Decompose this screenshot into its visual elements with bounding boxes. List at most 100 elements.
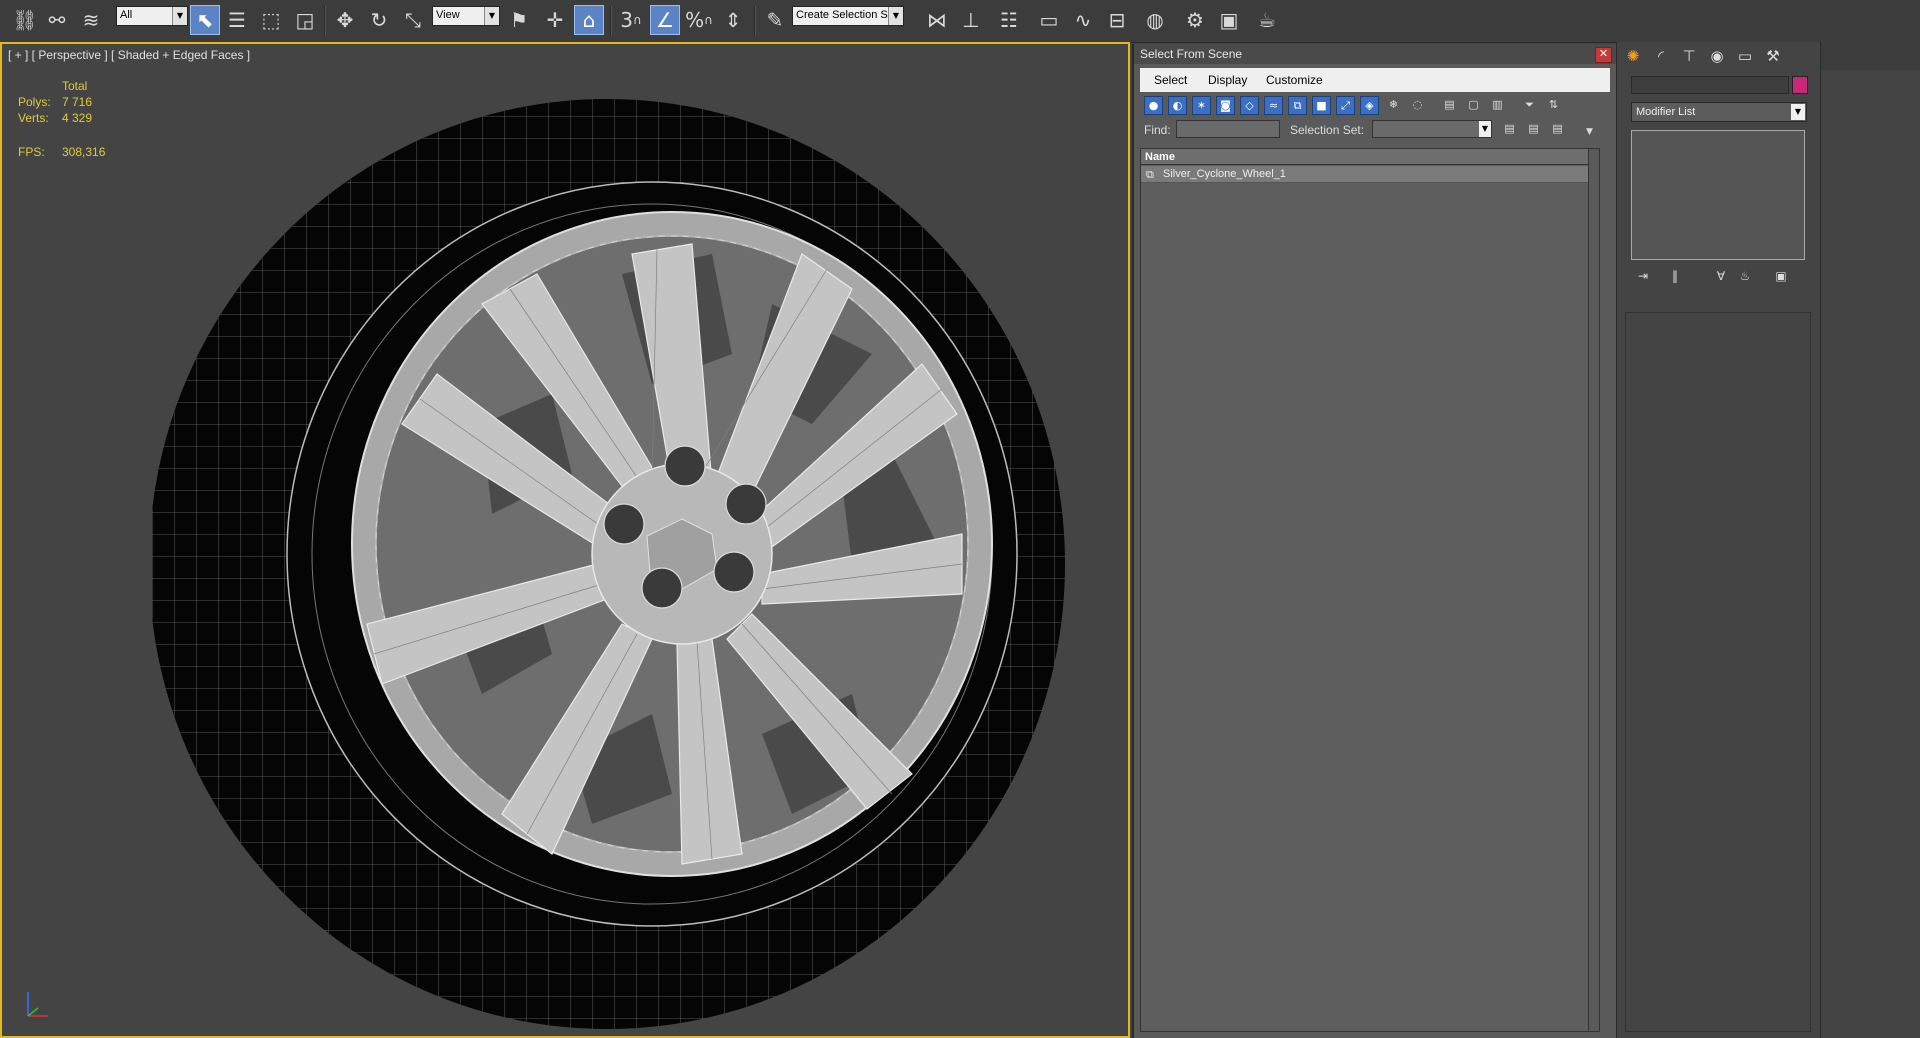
selection-set-label: Selection Set:	[1290, 123, 1365, 137]
material-editor-icon[interactable]: ◍	[1140, 5, 1170, 35]
object-name-field[interactable]	[1631, 76, 1789, 94]
stats-verts-value: 4 329	[62, 111, 93, 125]
dialog-filter-toolbar: ● ◐ ✶ ◙ ◇ ≈ ⧉ ■ ⤢ ◈ ❄ ◌ ▤ ▢ ▥ ⏷ ⇅	[1140, 94, 1610, 116]
select-and-manipulate-icon[interactable]: ✛	[540, 5, 570, 35]
modify-tab-icon[interactable]: ◜	[1651, 46, 1671, 66]
edit-named-selection-icon[interactable]: ✎	[760, 5, 790, 35]
display-hidden-icon[interactable]: ◌	[1408, 96, 1427, 115]
mirror-icon[interactable]: ⋈	[922, 5, 952, 35]
stats-fps-label: FPS:	[18, 145, 45, 159]
list-scrollbar[interactable]	[1588, 149, 1599, 1031]
name-column-label: Name	[1145, 151, 1175, 163]
keyboard-shortcut-override-icon[interactable]: ⌂	[574, 5, 604, 35]
select-object-icon[interactable]: ⬉	[190, 5, 220, 35]
display-groups-icon[interactable]: ⧉	[1288, 96, 1307, 115]
selection-filter-dropdown[interactable]: All ▼	[116, 6, 188, 26]
reference-coordinate-dropdown[interactable]: View ▼	[432, 6, 500, 26]
display-helpers-icon[interactable]: ◇	[1240, 96, 1259, 115]
pin-stack-icon[interactable]: ⇥	[1633, 266, 1653, 286]
options-chevron-icon[interactable]: ▼	[1580, 124, 1599, 143]
display-shapes-icon[interactable]: ◐	[1168, 96, 1187, 115]
dialog-title[interactable]: Select From Scene	[1134, 44, 1616, 64]
align-icon[interactable]: ⊥	[956, 5, 986, 35]
sort-icon[interactable]: ⇅	[1544, 96, 1563, 115]
select-all-icon[interactable]: ▤	[1440, 96, 1459, 115]
pivot-center-icon[interactable]: ⚑	[504, 5, 534, 35]
percent-snap-icon[interactable]: % ∩	[684, 5, 714, 35]
utilities-tab-icon[interactable]: ⚒	[1763, 46, 1783, 66]
spinner-snap-icon[interactable]: ⇕	[718, 5, 748, 35]
make-unique-icon[interactable]: ∀	[1711, 266, 1731, 286]
modifier-list-label: Modifier List	[1636, 106, 1696, 118]
link-icon[interactable]: ⛓	[10, 5, 40, 35]
create-selection-set-icon[interactable]: ▤	[1500, 120, 1519, 139]
modifier-list-dropdown[interactable]: Modifier List ▼	[1631, 102, 1807, 122]
object-icon: ⧉	[1146, 168, 1154, 181]
perspective-viewport[interactable]: [ + ] [ Perspective ] [ Shaded + Edged F…	[0, 42, 1130, 1038]
select-by-name-icon[interactable]: ☰	[222, 5, 252, 35]
menu-customize[interactable]: Customize	[1266, 73, 1323, 87]
select-from-scene-dialog: Select From Scene ✕ Select Display Custo…	[1132, 44, 1616, 1038]
close-icon[interactable]: ✕	[1595, 47, 1612, 63]
display-tab-icon[interactable]: ▭	[1735, 46, 1755, 66]
configure-modifier-sets-icon[interactable]: ▣	[1771, 266, 1791, 286]
command-panel: ✺ ◜ ⊤ ◉ ▭ ⚒ Modifier List ▼ ⇥ ‖ ∀ ♨ ▣	[1616, 42, 1820, 1038]
viewport-label[interactable]: [ + ] [ Perspective ] [ Shaded + Edged F…	[8, 48, 250, 62]
named-selection-dropdown[interactable]: Create Selection Se ▼	[792, 6, 904, 26]
list-item[interactable]: ⧉ Silver_Cyclone_Wheel_1	[1141, 166, 1591, 183]
display-space-warps-icon[interactable]: ≈	[1264, 96, 1283, 115]
window-crossing-icon[interactable]: ◲	[290, 5, 320, 35]
rectangular-selection-icon[interactable]: ⬚	[256, 5, 286, 35]
modifier-stack[interactable]	[1631, 130, 1805, 260]
rendered-frame-window-icon[interactable]: ▣	[1214, 5, 1244, 35]
render-setup-icon[interactable]: ⚙	[1180, 5, 1210, 35]
object-color-swatch[interactable]	[1792, 76, 1808, 94]
stats-verts-label: Verts:	[18, 111, 49, 125]
remove-from-selection-set-icon[interactable]: ▤	[1548, 120, 1567, 139]
stats-polys-label: Polys:	[18, 95, 51, 109]
select-invert-icon[interactable]: ▥	[1488, 96, 1507, 115]
selection-filter-value: All	[120, 9, 133, 21]
filter-icon[interactable]: ⏷	[1520, 96, 1539, 115]
select-none-icon[interactable]: ▢	[1464, 96, 1483, 115]
reference-coordinate-value: View	[436, 9, 460, 21]
chevron-down-icon: ▼	[172, 7, 187, 25]
hierarchy-tab-icon[interactable]: ⊤	[1679, 46, 1699, 66]
chevron-down-icon: ▼	[1791, 104, 1805, 120]
rotate-icon[interactable]: ↻	[364, 5, 394, 35]
modifier-stack-toolbar: ⇥ ‖ ∀ ♨ ▣	[1631, 266, 1807, 286]
display-xrefs-icon[interactable]: ■	[1312, 96, 1331, 115]
menu-select[interactable]: Select	[1154, 73, 1187, 87]
layer-manager-icon[interactable]: ☷	[994, 5, 1024, 35]
ribbon-toggle-icon[interactable]: ▭	[1034, 5, 1064, 35]
curve-editor-icon[interactable]: ∿	[1068, 5, 1098, 35]
name-column-header[interactable]: Name	[1141, 149, 1599, 165]
display-geometry-icon[interactable]: ●	[1144, 96, 1163, 115]
add-to-selection-set-icon[interactable]: ▤	[1524, 120, 1543, 139]
selection-set-dropdown[interactable]: ▼	[1372, 120, 1492, 138]
unlink-icon[interactable]: ⚯	[42, 5, 72, 35]
display-cameras-icon[interactable]: ◙	[1216, 96, 1235, 115]
wheel-model[interactable]	[152, 94, 1092, 1034]
create-tab-icon[interactable]: ✺	[1623, 46, 1643, 66]
display-bones-icon[interactable]: ⤢	[1336, 96, 1355, 115]
menu-display[interactable]: Display	[1208, 73, 1247, 87]
display-lights-icon[interactable]: ✶	[1192, 96, 1211, 115]
schematic-view-icon[interactable]: ⊟	[1102, 5, 1132, 35]
find-input[interactable]	[1176, 120, 1280, 138]
render-production-icon[interactable]: ☕	[1252, 5, 1282, 35]
display-containers-icon[interactable]: ◈	[1360, 96, 1379, 115]
motion-tab-icon[interactable]: ◉	[1707, 46, 1727, 66]
display-frozen-icon[interactable]: ❄	[1384, 96, 1403, 115]
show-end-result-icon[interactable]: ‖	[1665, 266, 1685, 286]
stats-total-header: Total	[62, 79, 88, 93]
scale-icon[interactable]: ⤡	[398, 5, 428, 35]
move-icon[interactable]: ✥	[330, 5, 360, 35]
angle-snap-icon[interactable]: ∠	[650, 5, 680, 35]
toolbar-divider	[324, 6, 326, 36]
toolbar-divider	[754, 6, 756, 36]
snaps-toggle-icon[interactable]: 3 ∩	[616, 5, 646, 35]
modifier-rollout-area	[1625, 312, 1811, 1032]
remove-modifier-icon[interactable]: ♨	[1735, 266, 1755, 286]
bind-space-warp-icon[interactable]: ≋	[76, 5, 106, 35]
